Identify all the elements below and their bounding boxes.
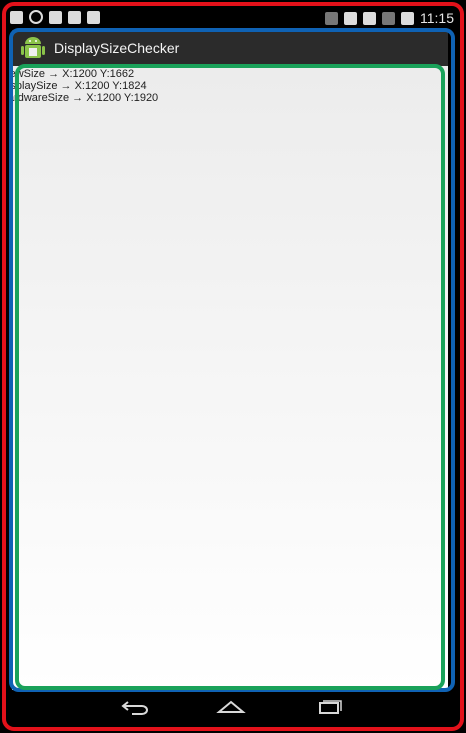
bluetooth-icon — [325, 11, 338, 25]
photo-icon — [87, 10, 100, 24]
back-icon[interactable] — [120, 698, 150, 716]
hardware-size-line: HardwareSize → X:1200 Y:1920 — [12, 92, 159, 104]
display-size-line: DisplaySize → X:1200 Y:1824 — [12, 80, 147, 92]
device-frame: 11:15 DisplaySizeChecker ViewSize → X:12… — [0, 0, 466, 733]
mute-icon — [344, 11, 357, 25]
recents-icon[interactable] — [314, 698, 344, 716]
home-icon[interactable] — [216, 698, 246, 716]
size-readout: ViewSize → X:1200 Y:1662 DisplaySize → X… — [12, 68, 159, 104]
status-left-icons — [10, 10, 100, 24]
sd-icon — [49, 10, 62, 24]
clock-icon — [29, 10, 43, 24]
action-bar: DisplaySizeChecker — [12, 30, 448, 66]
view-size-line: ViewSize → X:1200 Y:1662 — [12, 68, 135, 80]
app-title: DisplaySizeChecker — [54, 40, 180, 56]
status-right-icons: 11:15 — [325, 10, 454, 26]
status-bar: 11:15 — [8, 8, 458, 28]
battery-icon — [401, 11, 414, 25]
status-time: 11:15 — [420, 10, 454, 26]
photo-icon — [68, 10, 81, 24]
signal-icon — [382, 11, 395, 25]
wifi-icon — [363, 11, 376, 25]
notification-icon — [10, 10, 23, 24]
navigation-bar — [8, 692, 458, 722]
main-content: ViewSize → X:1200 Y:1662 DisplaySize → X… — [12, 66, 448, 690]
android-app-icon — [21, 37, 45, 58]
